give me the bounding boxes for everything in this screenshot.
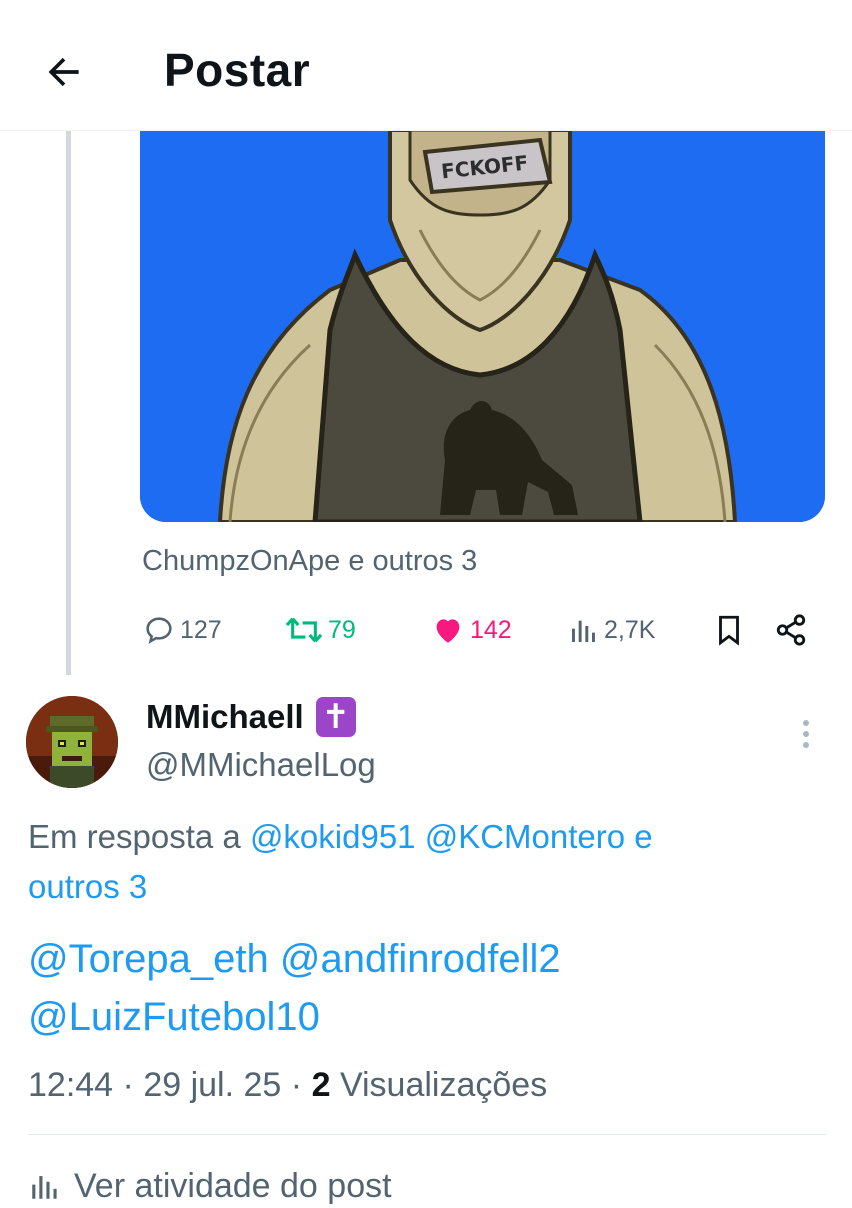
zombie-avatar-icon — [26, 696, 118, 788]
views-label: Visualizações — [339, 1066, 548, 1104]
post-date[interactable]: 29 jul. 25 — [143, 1066, 281, 1104]
views-number: 2 — [311, 1066, 331, 1104]
more-dot — [803, 720, 809, 726]
post-metadata: 12:44 · 29 jul. 25 · 2 Visualizações — [28, 1060, 547, 1110]
arrow-left-icon — [48, 57, 79, 87]
user-handle[interactable]: @MMichaelLog — [146, 744, 376, 786]
post-actions-bar: 127 79 142 2,7K — [0, 605, 852, 655]
reply-prefix: Em resposta a — [28, 818, 241, 855]
reply-count: 127 — [180, 615, 222, 644]
share-icon — [776, 614, 806, 646]
activity-label: Ver atividade do post — [74, 1167, 392, 1205]
reply-to-others[interactable]: outros 3 — [28, 868, 147, 905]
post-text: @Torepa_eth @andfinrodfell2 @LuizFutebol… — [28, 930, 828, 1046]
reply-to-mention[interactable]: @KCMontero — [425, 818, 625, 855]
back-button[interactable] — [36, 44, 92, 100]
display-name-text: MMichaell — [146, 698, 304, 735]
top-bar: Postar — [0, 0, 852, 131]
more-options-button[interactable] — [790, 712, 822, 756]
more-dot — [803, 742, 809, 748]
post-media-image[interactable]: FCKOFF — [140, 130, 825, 522]
post-time[interactable]: 12:44 — [28, 1066, 113, 1104]
mention-link[interactable]: @Torepa_eth — [28, 937, 269, 981]
like-count: 142 — [470, 615, 512, 644]
views-button[interactable]: 2,7K — [568, 605, 655, 655]
ape-illustration: FCKOFF — [140, 130, 825, 522]
page-title: Postar — [164, 44, 311, 96]
repost-button[interactable]: 79 — [284, 605, 356, 655]
more-dot — [803, 731, 809, 737]
bar-chart-icon — [572, 620, 595, 642]
repost-count: 79 — [328, 615, 356, 644]
separator-dot: · — [290, 1066, 312, 1104]
bar-chart-icon — [32, 1176, 57, 1199]
display-name[interactable]: MMichaell ✝ — [146, 696, 356, 738]
mention-link[interactable]: @andfinrodfell2 — [280, 937, 561, 981]
reply-icon — [146, 617, 172, 644]
latin-cross-icon: ✝ — [315, 697, 356, 737]
reply-context: Em resposta a @kokid951 @KCMontero e out… — [28, 812, 828, 912]
separator-dot: · — [122, 1066, 144, 1104]
bookmark-button[interactable] — [714, 605, 748, 655]
liked-by-text[interactable]: ChumpzOnApe e outros 3 — [142, 543, 477, 579]
heart-icon — [436, 619, 460, 643]
share-button[interactable] — [774, 605, 812, 655]
reply-to-mention[interactable]: @kokid951 — [250, 818, 416, 855]
divider — [28, 1134, 826, 1135]
view-post-activity-button[interactable]: Ver atividade do post — [28, 1164, 392, 1208]
like-button[interactable]: 142 — [430, 605, 512, 655]
views-count: 2,7K — [604, 615, 656, 644]
thread-connector-line — [66, 130, 71, 675]
mention-link[interactable]: @LuizFutebol10 — [28, 995, 320, 1039]
repost-icon — [285, 617, 323, 643]
reply-button[interactable]: 127 — [142, 605, 222, 655]
reply-conjunction: e — [634, 818, 653, 855]
bookmark-icon — [719, 615, 739, 646]
avatar[interactable] — [26, 696, 118, 788]
